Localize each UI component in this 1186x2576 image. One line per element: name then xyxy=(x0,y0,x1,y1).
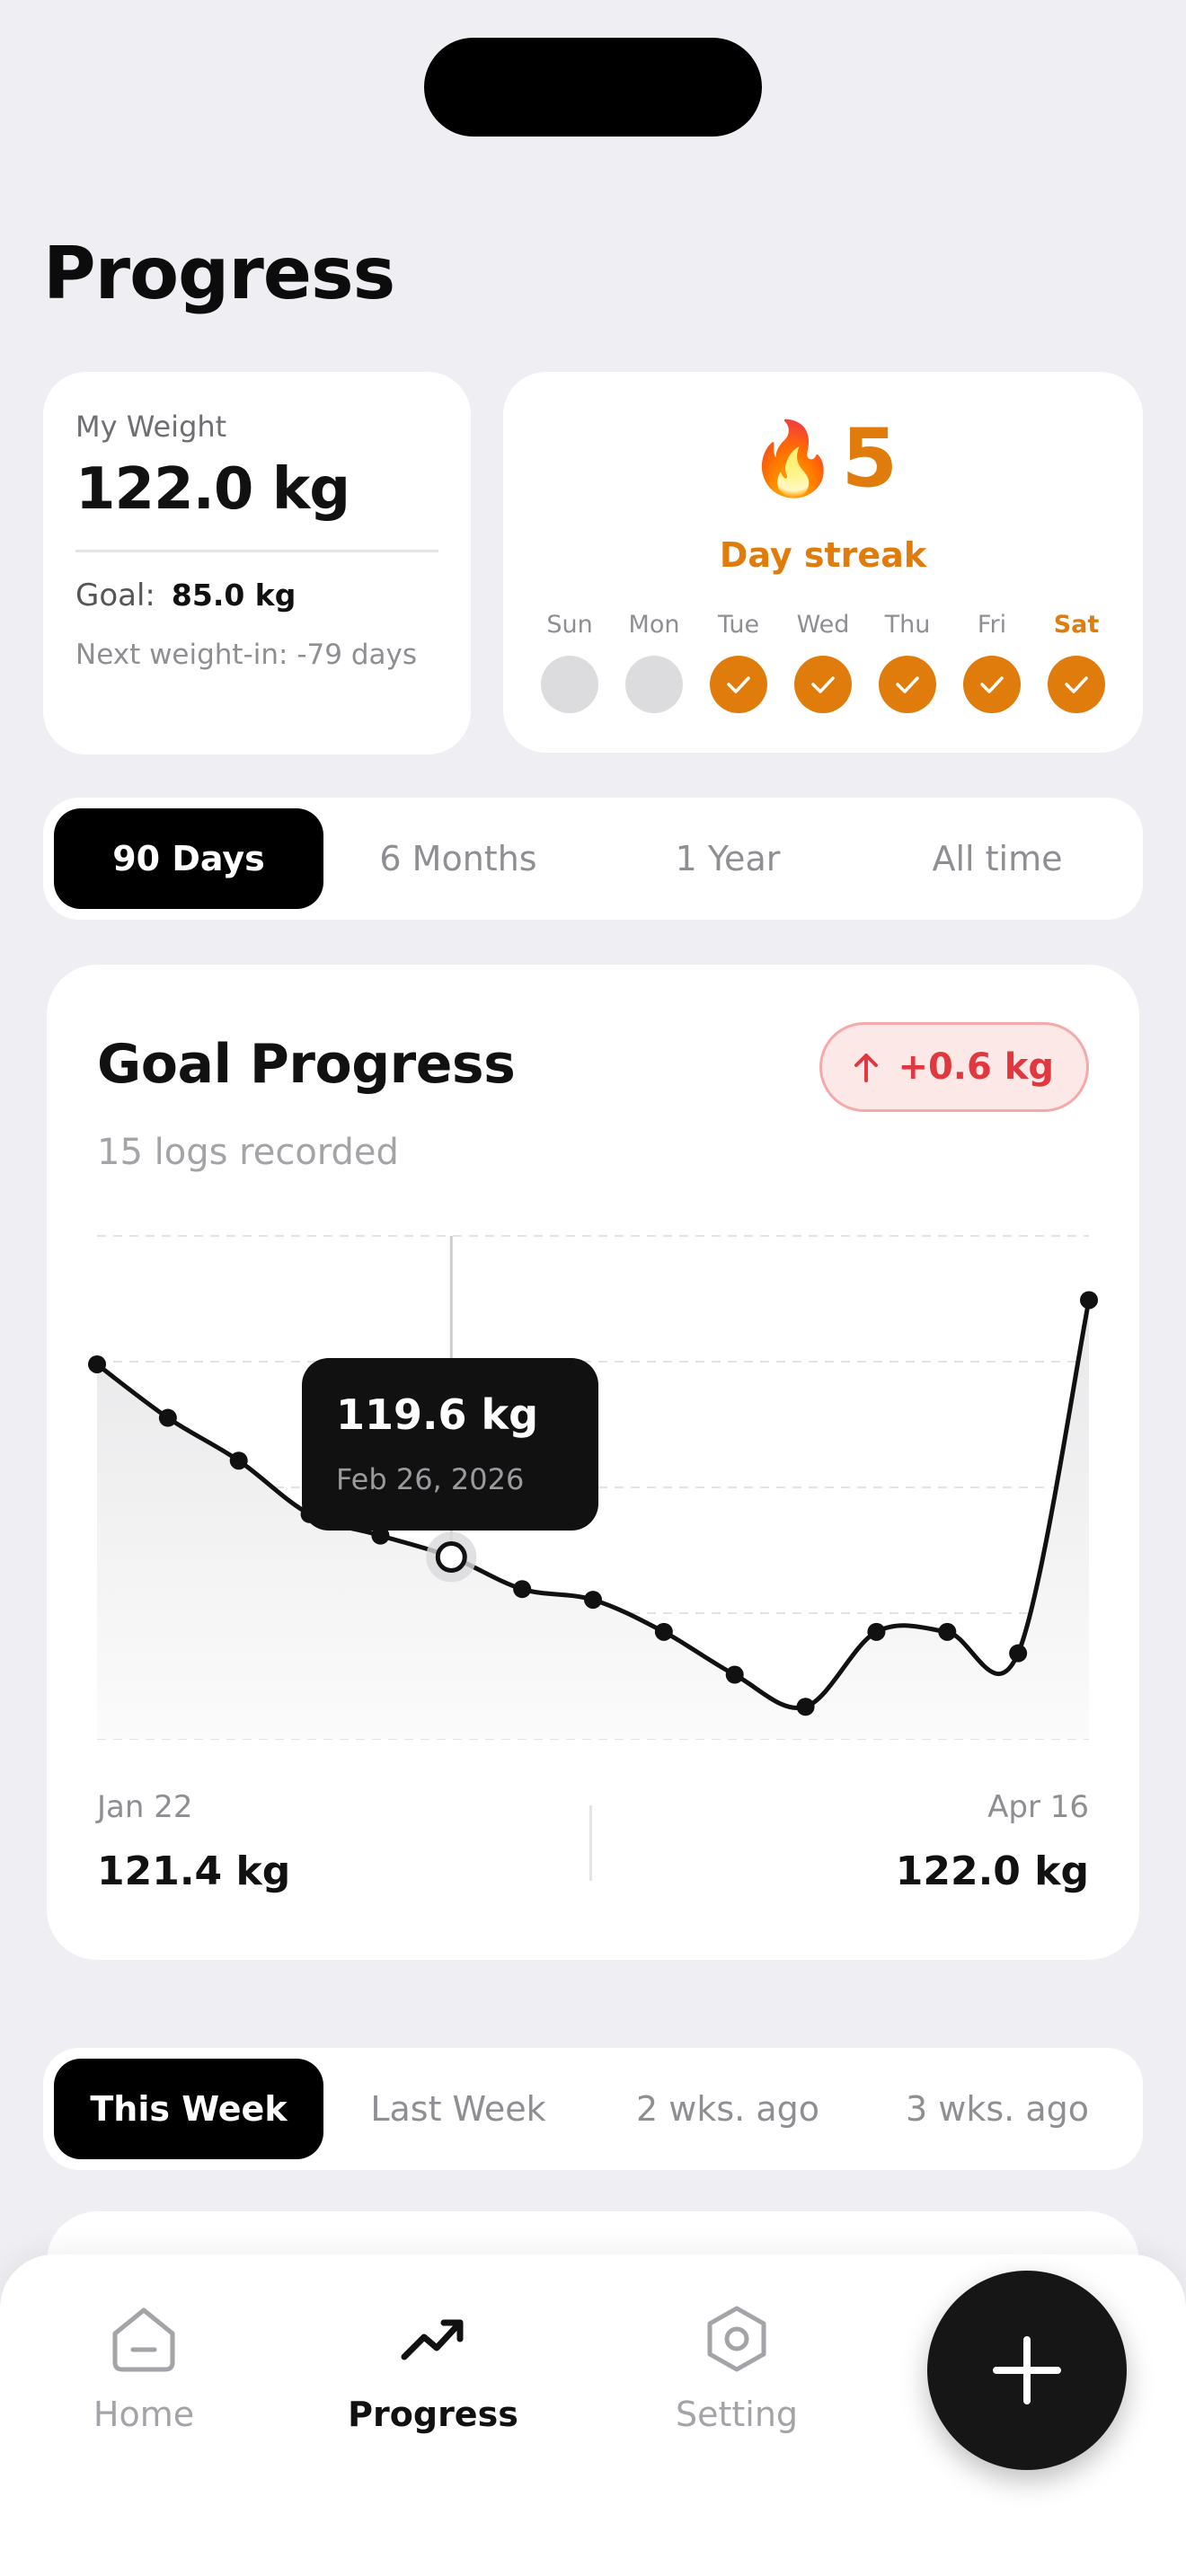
range-selector: 90 Days 6 Months 1 Year All time xyxy=(43,798,1143,920)
data-point xyxy=(584,1591,602,1610)
week-option-3-wks-ago[interactable]: 3 wks. ago xyxy=(863,2059,1132,2159)
range-option-6-months[interactable]: 6 Months xyxy=(323,808,593,909)
streak-day-sun: Sun xyxy=(541,611,598,713)
data-point xyxy=(158,1408,177,1427)
range-option-all-time[interactable]: All time xyxy=(863,808,1132,909)
tab-home-label: Home xyxy=(93,2395,195,2434)
goal-value: 85.0 kg xyxy=(171,578,296,613)
streak-day-check xyxy=(710,656,767,713)
tab-setting[interactable]: Setting xyxy=(620,2303,854,2434)
streak-day-label: Fri xyxy=(977,611,1007,639)
trending-up-icon xyxy=(401,2319,464,2360)
settings-hexagon-icon xyxy=(707,2306,766,2372)
weight-card-divider xyxy=(75,550,438,552)
tab-progress[interactable]: Progress xyxy=(316,2303,550,2434)
data-point xyxy=(796,1698,815,1716)
end-weight: 122.0 kg xyxy=(895,1848,1089,1894)
current-weight-value: 122.0 kg xyxy=(75,456,350,523)
data-point xyxy=(1009,1644,1028,1663)
checkmark-icon xyxy=(980,676,1004,693)
checkmark-icon xyxy=(1065,676,1088,693)
streak-day-empty xyxy=(625,656,683,713)
week-selector: This Week Last Week 2 wks. ago 3 wks. ago xyxy=(43,2048,1143,2170)
streak-days: Sun Mon Tue Wed Thu Fri Sat xyxy=(541,611,1105,713)
add-entry-button[interactable] xyxy=(927,2271,1127,2470)
home-icon xyxy=(112,2307,175,2372)
data-point xyxy=(1080,1291,1098,1310)
weight-change-value: +0.6 kg xyxy=(898,1046,1054,1088)
goal-row: Goal: 85.0 kg xyxy=(75,578,438,613)
streak-day-empty xyxy=(541,656,598,713)
tooltip-date: Feb 26, 2026 xyxy=(336,1462,525,1496)
streak-label: Day streak xyxy=(719,535,927,575)
streak-day-label: Sun xyxy=(546,611,593,639)
weight-card[interactable]: My Weight 122.0 kg Goal: 85.0 kg Next we… xyxy=(43,372,471,754)
streak-day-mon: Mon xyxy=(625,611,683,713)
streak-day-label: Wed xyxy=(796,611,850,639)
tab-setting-label: Setting xyxy=(675,2395,799,2434)
end-date: Apr 16 xyxy=(987,1789,1089,1825)
plus-icon xyxy=(993,2336,1061,2404)
streak-day-label: Tue xyxy=(717,611,760,639)
data-point xyxy=(229,1451,248,1470)
start-summary: Jan 22 121.4 kg xyxy=(97,1789,290,1894)
page-title: Progress xyxy=(43,232,395,315)
start-date: Jan 22 xyxy=(97,1789,193,1825)
streak-day-label: Thu xyxy=(884,611,931,639)
tooltip-value: 119.6 kg xyxy=(336,1390,539,1439)
fire-icon: 🔥 xyxy=(748,417,838,500)
goal-label: Goal: xyxy=(75,578,155,613)
streak-card[interactable]: 🔥 5 Day streak Sun Mon Tue Wed Thu Fri Sat xyxy=(503,372,1143,753)
streak-day-label: Mon xyxy=(628,611,680,639)
next-weigh-in: Next weight-in: -79 days xyxy=(75,639,417,671)
range-option-1-year[interactable]: 1 Year xyxy=(593,808,863,909)
chart-tooltip: 119.6 kg Feb 26, 2026 xyxy=(302,1358,598,1531)
dynamic-island xyxy=(424,38,762,137)
streak-day-label: Sat xyxy=(1053,611,1100,639)
tab-home[interactable]: Home xyxy=(27,2303,261,2434)
streak-day-check xyxy=(1048,656,1105,713)
streak-day-sat: Sat xyxy=(1048,611,1105,713)
streak-day-thu: Thu xyxy=(879,611,936,713)
streak-day-check xyxy=(879,656,936,713)
streak-day-tue: Tue xyxy=(710,611,767,713)
end-summary: Apr 16 122.0 kg xyxy=(896,1789,1089,1894)
logs-count: 15 logs recorded xyxy=(97,1132,399,1173)
week-option-last-week[interactable]: Last Week xyxy=(323,2059,593,2159)
goal-progress-card: Goal Progress 15 logs recorded +0.6 kg 1… xyxy=(47,965,1139,1960)
summary-divider xyxy=(589,1805,592,1881)
data-point xyxy=(654,1622,673,1641)
checkmark-icon xyxy=(896,676,919,693)
goal-progress-title: Goal Progress xyxy=(97,1033,516,1096)
weight-label: My Weight xyxy=(75,410,227,444)
highlight-point xyxy=(435,1540,467,1573)
weight-change-badge: +0.6 kg xyxy=(819,1022,1089,1112)
data-point xyxy=(867,1622,886,1641)
checkmark-icon xyxy=(811,676,835,693)
streak-day-check xyxy=(963,656,1021,713)
data-point xyxy=(938,1622,957,1641)
checkmark-icon xyxy=(727,676,750,693)
streak-day-fri: Fri xyxy=(963,611,1021,713)
range-option-90-days[interactable]: 90 Days xyxy=(54,808,323,909)
week-option-this-week[interactable]: This Week xyxy=(54,2059,323,2159)
data-point xyxy=(513,1580,532,1599)
streak-day-check xyxy=(794,656,852,713)
streak-count: 5 xyxy=(841,411,898,506)
data-point xyxy=(88,1354,106,1373)
arrow-up-icon xyxy=(854,1054,879,1082)
streak-header: 🔥 5 xyxy=(503,419,1143,499)
start-weight: 121.4 kg xyxy=(97,1848,291,1894)
tab-progress-label: Progress xyxy=(348,2395,518,2434)
data-point xyxy=(725,1665,744,1684)
week-option-2-wks-ago[interactable]: 2 wks. ago xyxy=(593,2059,863,2159)
streak-day-wed: Wed xyxy=(794,611,852,713)
